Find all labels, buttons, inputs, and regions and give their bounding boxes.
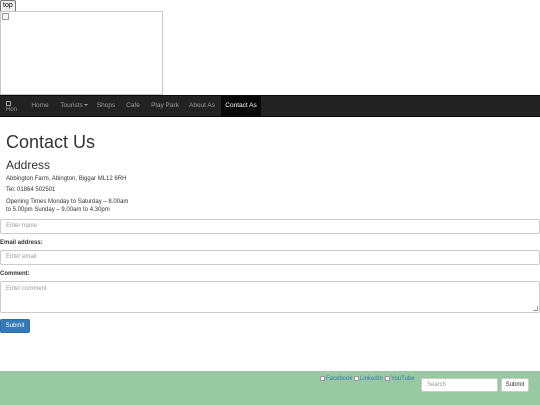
phone-text: Tel: 01864 502501 [6, 187, 56, 193]
linkedin-alt: LinkedIn [360, 376, 383, 382]
youtube-icon [385, 376, 390, 381]
footer: Facebook LinkedIn YouTube Search Submit [0, 371, 540, 405]
facebook-link[interactable]: Facebook [320, 376, 352, 382]
hours-line-2: to 5.00pm Sunday – 9.00am to 4.30pm [6, 207, 110, 213]
comment-placeholder: Enter comment [6, 286, 47, 292]
nav-home[interactable]: Home [26, 96, 54, 116]
email-label: Email address: [0, 240, 43, 246]
comment-label: Comment: [0, 271, 30, 277]
page-title: Contact Us [6, 132, 96, 152]
nav-contact[interactable]: Contact As [221, 96, 261, 116]
banner-image [0, 11, 163, 95]
resize-grip-icon[interactable] [533, 306, 538, 311]
youtube-alt: YouTube [391, 376, 415, 382]
nav-play-park[interactable]: Play Park [149, 96, 181, 116]
nav-tourists-label: Tourists [60, 102, 83, 109]
youtube-link[interactable]: YouTube [385, 376, 415, 382]
submit-button[interactable]: Submit [0, 319, 30, 333]
brand-logo[interactable]: Hon [6, 101, 20, 115]
hours-line-1: Opening Times Monday to Saturday – 8.00a… [6, 199, 129, 205]
facebook-icon [320, 376, 325, 381]
nav-about[interactable]: About As [186, 96, 218, 116]
address-heading: Address [6, 158, 51, 172]
chevron-down-icon [83, 104, 88, 107]
comment-textarea[interactable]: Enter comment [0, 281, 540, 313]
main-navbar: Hon Home Tourists Shops Cafe Play Park A… [0, 95, 540, 117]
linkedin-link[interactable]: LinkedIn [354, 376, 383, 382]
linkedin-icon [354, 376, 359, 381]
nav-cafe[interactable]: Cafe [123, 96, 143, 116]
email-input[interactable]: Enter email [0, 250, 540, 265]
search-input[interactable]: Search [421, 378, 498, 392]
address-text: Abbington Farm, Abington, Biggar ML12 6R… [6, 176, 127, 182]
broken-image-icon [2, 13, 9, 20]
nav-tourists[interactable]: Tourists [56, 96, 92, 116]
brand-alt-text: Hon [6, 107, 18, 113]
facebook-alt: Facebook [326, 376, 353, 382]
search-submit-button[interactable]: Submit [501, 378, 529, 392]
nav-shops[interactable]: Shops [94, 96, 118, 116]
broken-image-icon [6, 101, 11, 106]
name-input[interactable]: Enter name [0, 219, 540, 234]
